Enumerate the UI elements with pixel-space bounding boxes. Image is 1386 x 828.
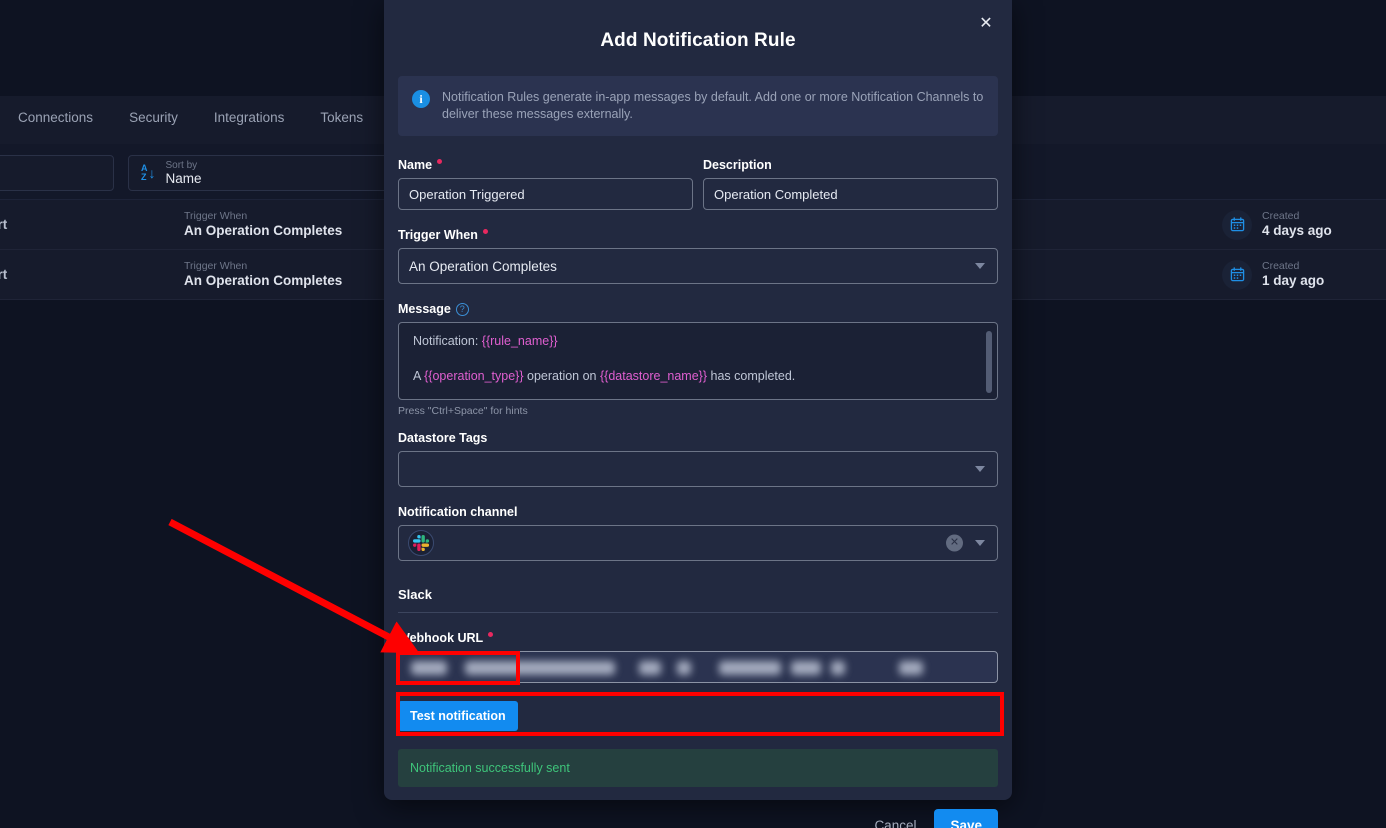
background-nav-tabs[interactable]: Connections Security Integrations Tokens… [0,110,442,125]
rule-name-cell: ert [0,217,8,232]
nav-tab-integrations[interactable]: Integrations [196,110,303,125]
trigger-when-field-group: Trigger When An Operation Completes [398,228,998,284]
required-indicator-icon [482,229,488,234]
calendar-icon [1222,209,1252,240]
webhook-url-field-group: Webhook URL [398,631,998,683]
message-line-2-part-0: A [413,369,425,383]
created-label: Created [1262,210,1300,222]
trigger-when-select[interactable]: An Operation Completes [398,248,998,284]
sort-by-text: Sort by Name [166,160,202,187]
save-button[interactable]: Save [934,809,998,828]
info-icon: i [412,90,430,108]
message-line-1-prefix: Notification: [413,334,482,348]
modal-footer: Cancel Save [384,787,1012,828]
message-line-1: Notification: {{rule_name}} [413,333,983,350]
close-icon[interactable]: ✕ [974,12,998,36]
calendar-icon [1222,259,1252,290]
required-indicator-icon [488,632,494,637]
nav-tab-connections[interactable]: Connections [0,110,111,125]
datastore-tags-label-text: Datastore Tags [398,431,488,445]
sort-by-dropdown[interactable]: AZ ↓ Sort by Name [128,155,388,191]
success-message-box: Notification successfully sent [398,749,998,787]
trigger-when-value: An Operation Completes [409,258,557,274]
required-indicator-icon [437,159,443,164]
message-line-2-part-2: operation on [523,369,600,383]
info-banner: i Notification Rules generate in-app mes… [398,76,998,136]
trigger-when-label: Trigger When [398,228,998,242]
message-label: Message ? [398,302,998,316]
test-notification-button[interactable]: Test notification [398,701,518,731]
notification-channel-label-text: Notification channel [398,505,518,519]
success-message-text: Notification successfully sent [410,761,570,775]
notification-channel-select[interactable]: ✕ [398,525,998,561]
test-notification-row: Test notification [398,701,998,731]
message-field-group: Message ? Notification: {{rule_name}} A … [398,302,998,417]
datastore-tags-label: Datastore Tags [398,431,998,445]
rule-trigger-cell: Trigger When An Operation Completes [184,210,342,239]
webhook-url-input[interactable] [398,651,998,683]
slack-icon [408,530,434,556]
chevron-down-icon [975,540,985,546]
datastore-tags-field-group: Datastore Tags [398,431,998,487]
sort-by-value: Name [165,170,202,186]
notification-channel-field-group: Notification channel ✕ [398,505,998,561]
name-label-text: Name [398,158,433,172]
trigger-when-label: Trigger When [184,210,248,222]
created-text: Created 1 day ago [1262,260,1324,289]
rule-name-cell: ert [0,267,8,282]
section-divider [398,612,998,613]
description-label-text: Description [703,158,772,172]
info-banner-text: Notification Rules generate in-app messa… [442,90,984,121]
created-label: Created [1262,260,1300,272]
description-field-group: Description [703,158,998,210]
clear-channel-icon[interactable]: ✕ [946,534,963,552]
name-label: Name [398,158,693,172]
created-value: 4 days ago [1262,223,1332,238]
rule-created-cell: Created 4 days ago [1222,209,1332,240]
message-line-2-part-4: has completed. [707,369,796,383]
trigger-when-label: Trigger When [184,260,248,272]
created-text: Created 4 days ago [1262,210,1332,239]
cancel-button[interactable]: Cancel [874,818,916,828]
nav-tab-security[interactable]: Security [111,110,196,125]
description-label: Description [703,158,998,172]
screen-root: Connections Security Integrations Tokens… [0,0,1386,828]
modal-title: Add Notification Rule [600,30,796,51]
name-description-row: Name Description [398,158,998,210]
add-notification-rule-modal: ✕ Add Notification Rule i Notification R… [384,0,1012,828]
modal-body: i Notification Rules generate in-app mes… [384,52,1012,787]
webhook-url-label: Webhook URL [398,631,998,645]
name-input[interactable] [398,178,693,210]
question-mark-icon[interactable]: ? [455,302,469,316]
rule-trigger-cell: Trigger When An Operation Completes [184,260,342,289]
message-scrollbar[interactable] [986,331,992,393]
sort-by-label: Sort by [165,159,198,171]
search-input[interactable] [0,155,114,191]
notification-channel-label: Notification channel [398,505,998,519]
chevron-down-icon [975,466,985,472]
sort-alpha-ascending-icon: AZ ↓ [141,163,156,182]
message-label-text: Message [398,302,451,316]
nav-tab-tokens[interactable]: Tokens [302,110,381,125]
trigger-when-label-text: Trigger When [398,228,478,242]
trigger-when-value: An Operation Completes [184,223,343,238]
message-token-datastore-name: {{datastore_name}} [599,369,708,383]
created-value: 1 day ago [1262,273,1325,288]
rule-created-cell: Created 1 day ago [1222,259,1324,290]
trigger-when-value: An Operation Completes [184,273,343,288]
webhook-url-label-text: Webhook URL [398,631,484,645]
slack-section-title: Slack [398,587,432,602]
message-hint: Press "Ctrl+Space" for hints [398,405,528,417]
message-token-operation-type: {{operation_type}} [424,369,524,383]
chevron-down-icon [975,263,985,269]
message-token-rule-name: {{rule_name}} [481,334,558,348]
description-input[interactable] [703,178,998,210]
message-editor[interactable]: Notification: {{rule_name}} A {{operatio… [398,322,998,400]
name-field-group: Name [398,158,693,210]
datastore-tags-select[interactable] [398,451,998,487]
message-line-2: A {{operation_type}} operation on {{data… [413,368,983,385]
